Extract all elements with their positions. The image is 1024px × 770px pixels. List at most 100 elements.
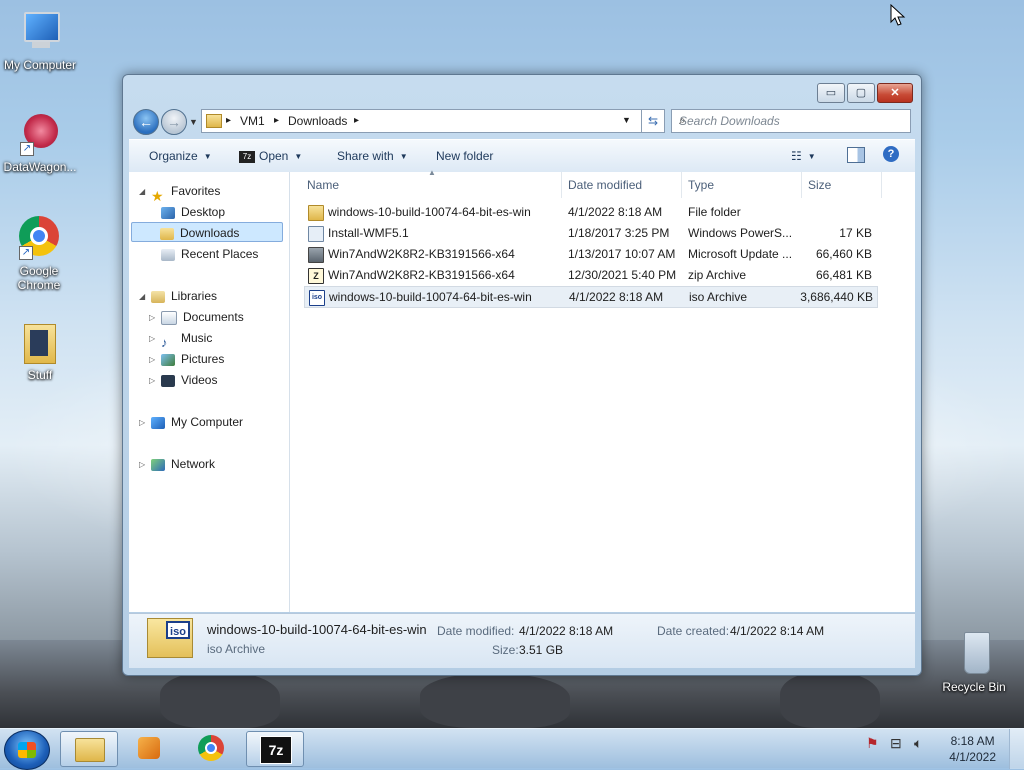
minimize-button[interactable]: ▭ — [817, 83, 845, 103]
help-button[interactable]: ? — [883, 146, 899, 162]
iso-file-large-icon: iso — [147, 618, 193, 658]
desktop-icon-my-computer[interactable]: My Computer — [0, 10, 80, 72]
nav-my-computer[interactable]: My Computer — [151, 412, 243, 432]
chevron-down-icon: ▼ — [399, 152, 408, 162]
close-button[interactable]: ✕ — [877, 83, 913, 103]
nav-libraries[interactable]: Libraries — [151, 286, 217, 306]
desktop-icon-stuff[interactable]: Stuff — [0, 320, 80, 382]
chevron-down-icon: ▼ — [203, 152, 212, 162]
open-button[interactable]: 7z Open ▼ — [239, 149, 302, 163]
nav-videos[interactable]: Videos — [161, 370, 217, 390]
collapsed-arrow-icon[interactable]: ▷ — [139, 418, 145, 427]
recent-pages-chevron-down-icon[interactable]: ▼ — [189, 117, 198, 127]
folder-icon — [206, 114, 222, 128]
details-size-value: 3.51 GB — [519, 643, 564, 657]
breadcrumb-downloads[interactable]: Downloads — [288, 114, 347, 128]
address-bar[interactable]: ▸ VM1 ▸ Downloads ▸ ▼ — [201, 109, 651, 133]
change-view-button[interactable]: ☷ ▼ — [791, 149, 816, 163]
taskbar-chrome-button[interactable] — [184, 731, 240, 765]
share-with-button[interactable]: Share with ▼ — [337, 149, 408, 163]
forward-button[interactable]: → — [161, 109, 187, 135]
nav-desktop[interactable]: Desktop — [161, 202, 225, 222]
organize-button[interactable]: Organize ▼ — [149, 149, 212, 163]
collapsed-arrow-icon[interactable]: ▷ — [149, 376, 155, 385]
start-button[interactable] — [4, 730, 50, 770]
nav-recent-places-label: Recent Places — [181, 247, 259, 261]
organize-label: Organize — [149, 149, 198, 163]
nav-music[interactable]: ♪ Music — [161, 328, 212, 350]
iso-file-icon: iso — [309, 290, 325, 306]
folder-icon — [308, 205, 324, 221]
file-row[interactable]: Win7AndW2K8R2-KB3191566-x64 1/13/2017 10… — [304, 244, 876, 264]
file-row-selected[interactable]: iso windows-10-build-10074-64-bit-es-win… — [304, 286, 878, 308]
column-header-type[interactable]: Type — [688, 178, 714, 192]
desktop-icon-label: My Computer — [3, 58, 77, 72]
refresh-button[interactable]: ⇆ — [641, 109, 665, 133]
chevron-down-icon: ▼ — [807, 152, 816, 162]
file-row[interactable]: windows-10-build-10074-64-bit-es-win 4/1… — [304, 202, 876, 222]
desktop-icon-google-chrome[interactable]: ↗ Google Chrome — [0, 216, 78, 292]
explorer-window: ▭ ▢ ✕ ← → ▼ ▸ VM1 ▸ Downloads ▸ ▼ ⇆ Sear… — [122, 74, 922, 676]
chrome-icon: ↗ — [17, 216, 61, 260]
nav-pictures-label: Pictures — [181, 352, 225, 366]
details-modified-label: Date modified: — [437, 624, 515, 638]
address-history-chevron-down-icon[interactable]: ▼ — [622, 115, 631, 125]
desktop-icon-label: Recycle Bin — [942, 680, 1006, 694]
preview-pane-button[interactable] — [847, 147, 865, 163]
nav-downloads[interactable]: Downloads — [131, 222, 283, 242]
nav-documents[interactable]: Documents — [161, 307, 244, 327]
breadcrumb-vm1[interactable]: VM1 — [240, 114, 265, 128]
collapsed-arrow-icon[interactable]: ▷ — [149, 355, 155, 364]
taskbar-media-player-button[interactable] — [122, 731, 178, 765]
nav-pictures[interactable]: Pictures — [161, 349, 224, 369]
desktop-icon-datawagon[interactable]: ↗ DataWagon... — [0, 112, 80, 174]
file-type: Microsoft Update ... — [688, 247, 793, 261]
search-icon[interactable]: ⌕ — [679, 113, 904, 128]
expanded-arrow-icon[interactable]: ◢ — [139, 187, 145, 196]
file-row[interactable]: Install-WMF5.1 1/18/2017 3:25 PM Windows… — [304, 223, 876, 243]
volume-icon[interactable]: 🔈︎ — [914, 735, 922, 752]
file-name: windows-10-build-10074-64-bit-es-win — [328, 205, 531, 219]
column-divider[interactable] — [681, 172, 682, 198]
search-input[interactable]: Search Downloads ⌕ — [671, 109, 911, 133]
column-divider[interactable] — [561, 172, 562, 198]
explorer-folder-icon — [75, 738, 105, 762]
network-tray-icon[interactable]: ⊟ — [890, 735, 902, 752]
taskbar-explorer-button[interactable] — [60, 731, 118, 767]
details-created-value: 4/1/2022 8:14 AM — [730, 624, 825, 638]
collapsed-arrow-icon[interactable]: ▷ — [149, 313, 155, 322]
file-name: Win7AndW2K8R2-KB3191566-x64 — [328, 247, 515, 261]
breadcrumb-separator[interactable]: ▸ — [274, 115, 279, 126]
file-size: 3,686,440 KB — [800, 290, 873, 304]
file-row[interactable]: Z Win7AndW2K8R2-KB3191566-x64 12/30/2021… — [304, 265, 876, 285]
network-icon — [151, 458, 165, 471]
system-clock[interactable]: 8:18 AM 4/1/2022 — [949, 733, 996, 765]
column-header-date-modified[interactable]: Date modified — [568, 178, 642, 192]
expanded-arrow-icon[interactable]: ◢ — [139, 292, 145, 301]
desktop-icon-recycle-bin[interactable]: Recycle Bin — [934, 632, 1014, 694]
column-divider[interactable] — [881, 172, 882, 198]
file-size: 66,481 KB — [815, 268, 872, 282]
taskbar-7zip-button[interactable]: 7z — [246, 731, 304, 767]
back-button[interactable]: ← — [133, 109, 159, 135]
breadcrumb-separator[interactable]: ▸ — [226, 115, 231, 126]
column-divider[interactable] — [801, 172, 802, 198]
file-type: iso Archive — [689, 290, 748, 304]
new-folder-button[interactable]: New folder — [436, 149, 493, 163]
show-desktop-button[interactable] — [1009, 729, 1024, 769]
collapsed-arrow-icon[interactable]: ▷ — [139, 460, 145, 469]
nav-recent-places[interactable]: Recent Places — [161, 244, 258, 264]
nav-network-label: Network — [171, 457, 216, 471]
maximize-button[interactable]: ▢ — [847, 83, 875, 103]
breadcrumb-separator[interactable]: ▸ — [354, 115, 359, 126]
column-header-size[interactable]: Size — [808, 178, 831, 192]
open-label: Open — [259, 149, 289, 163]
nav-favorites[interactable]: ★ Favorites — [151, 181, 220, 204]
7z-zip-icon: Z — [308, 268, 324, 284]
collapsed-arrow-icon[interactable]: ▷ — [149, 334, 155, 343]
chevron-down-icon: ▼ — [294, 152, 303, 162]
column-header-name[interactable]: Name — [307, 178, 339, 192]
nav-network[interactable]: Network — [151, 454, 215, 474]
action-center-flag-icon[interactable]: ⚑ — [866, 735, 879, 752]
star-icon: ★ — [151, 187, 164, 204]
